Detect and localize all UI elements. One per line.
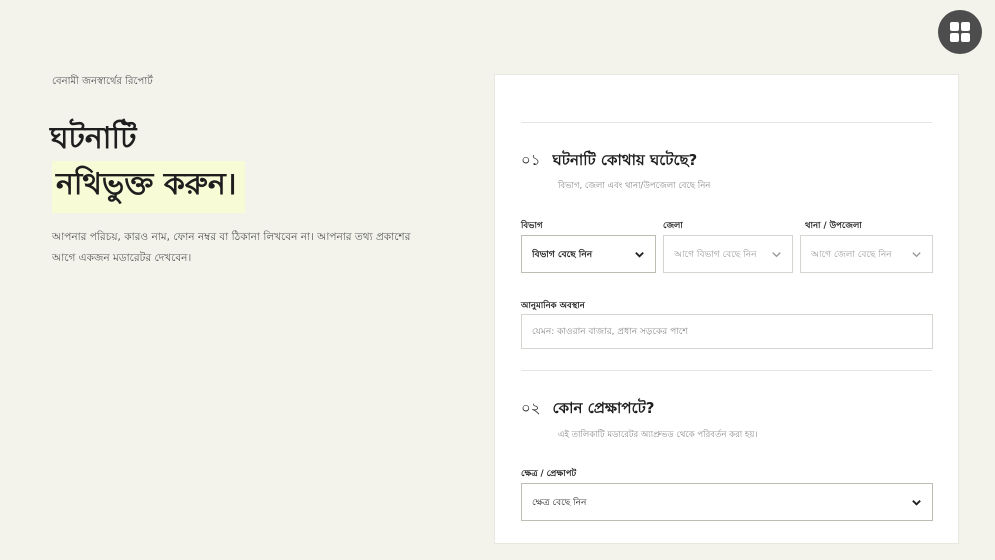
grid-icon — [950, 22, 970, 42]
section2-subtitle: এই তালিকাটি মডারেটর অ্যাপ্রুভড থেকে পরিব… — [558, 430, 758, 440]
chevron-down-icon — [635, 251, 644, 258]
section2-number: ০২ — [521, 399, 541, 417]
section1-number: ০১ — [521, 151, 541, 169]
page-title-highlight: নথিভুক্ত করুন। — [52, 161, 245, 213]
section1-title: ঘটনাটি কোথায় ঘটেছে? — [552, 151, 698, 169]
upazila-label: থানা / উপজেলা — [805, 221, 862, 231]
page-title-line1: ঘটনাটি — [50, 121, 137, 156]
menu-button[interactable] — [938, 10, 982, 54]
chevron-down-icon — [912, 499, 921, 506]
context-select-value: ক্ষেত্র বেছে নিন — [532, 497, 587, 508]
context-select[interactable]: ক্ষেত্র বেছে নিন — [521, 483, 933, 521]
privacy-notice: আপনার পরিচয়, কারও নাম, ফোন নম্বর বা ঠিক… — [52, 231, 411, 264]
division-select-value: বিভাগ বেছে নিন — [532, 249, 593, 260]
district-select[interactable]: আগে বিভাগ বেছে নিন — [663, 235, 793, 273]
division-select[interactable]: বিভাগ বেছে নিন — [521, 235, 656, 273]
chevron-down-icon — [912, 251, 921, 257]
location-input-placeholder: যেমন: কাওরান বাজার, প্রধান সড়কের পাশে — [532, 327, 688, 337]
divider — [521, 370, 932, 371]
location-label: আনুমানিক অবস্থান — [521, 301, 585, 311]
division-label: বিভাগ — [521, 221, 543, 231]
section1-subtitle: বিভাগ, জেলা এবং থানা/উপজেলা বেছে নিন — [558, 181, 711, 191]
page-title-line2: নথিভুক্ত করুন। — [56, 167, 237, 202]
intro-panel: বেনামী জনস্বার্থের রিপোর্ট ঘটনাটি নথিভুক… — [50, 72, 422, 269]
district-label: জেলা — [663, 221, 683, 231]
context-label: ক্ষেত্র / প্রেক্ষাপট — [521, 469, 577, 479]
page-title: ঘটনাটি নথিভুক্ত করুন। — [50, 119, 422, 213]
section2-title: কোন প্রেক্ষাপটে? — [552, 399, 655, 417]
upazila-select[interactable]: আগে জেলা বেছে নিন — [800, 235, 933, 273]
location-input[interactable]: যেমন: কাওরান বাজার, প্রধান সড়কের পাশে — [521, 314, 933, 349]
divider — [521, 122, 932, 123]
eyebrow-text: বেনামী জনস্বার্থের রিপোর্ট — [52, 76, 153, 87]
upazila-select-value: আগে জেলা বেছে নিন — [811, 249, 892, 260]
report-form-card: ০১ ঘটনাটি কোথায় ঘটেছে? বিভাগ, জেলা এবং … — [494, 74, 959, 544]
section2-heading: ০২ কোন প্রেক্ষাপটে? — [521, 397, 655, 422]
chevron-down-icon — [772, 251, 781, 257]
district-select-value: আগে বিভাগ বেছে নিন — [674, 249, 757, 260]
section1-heading: ০১ ঘটনাটি কোথায় ঘটেছে? — [521, 149, 697, 174]
